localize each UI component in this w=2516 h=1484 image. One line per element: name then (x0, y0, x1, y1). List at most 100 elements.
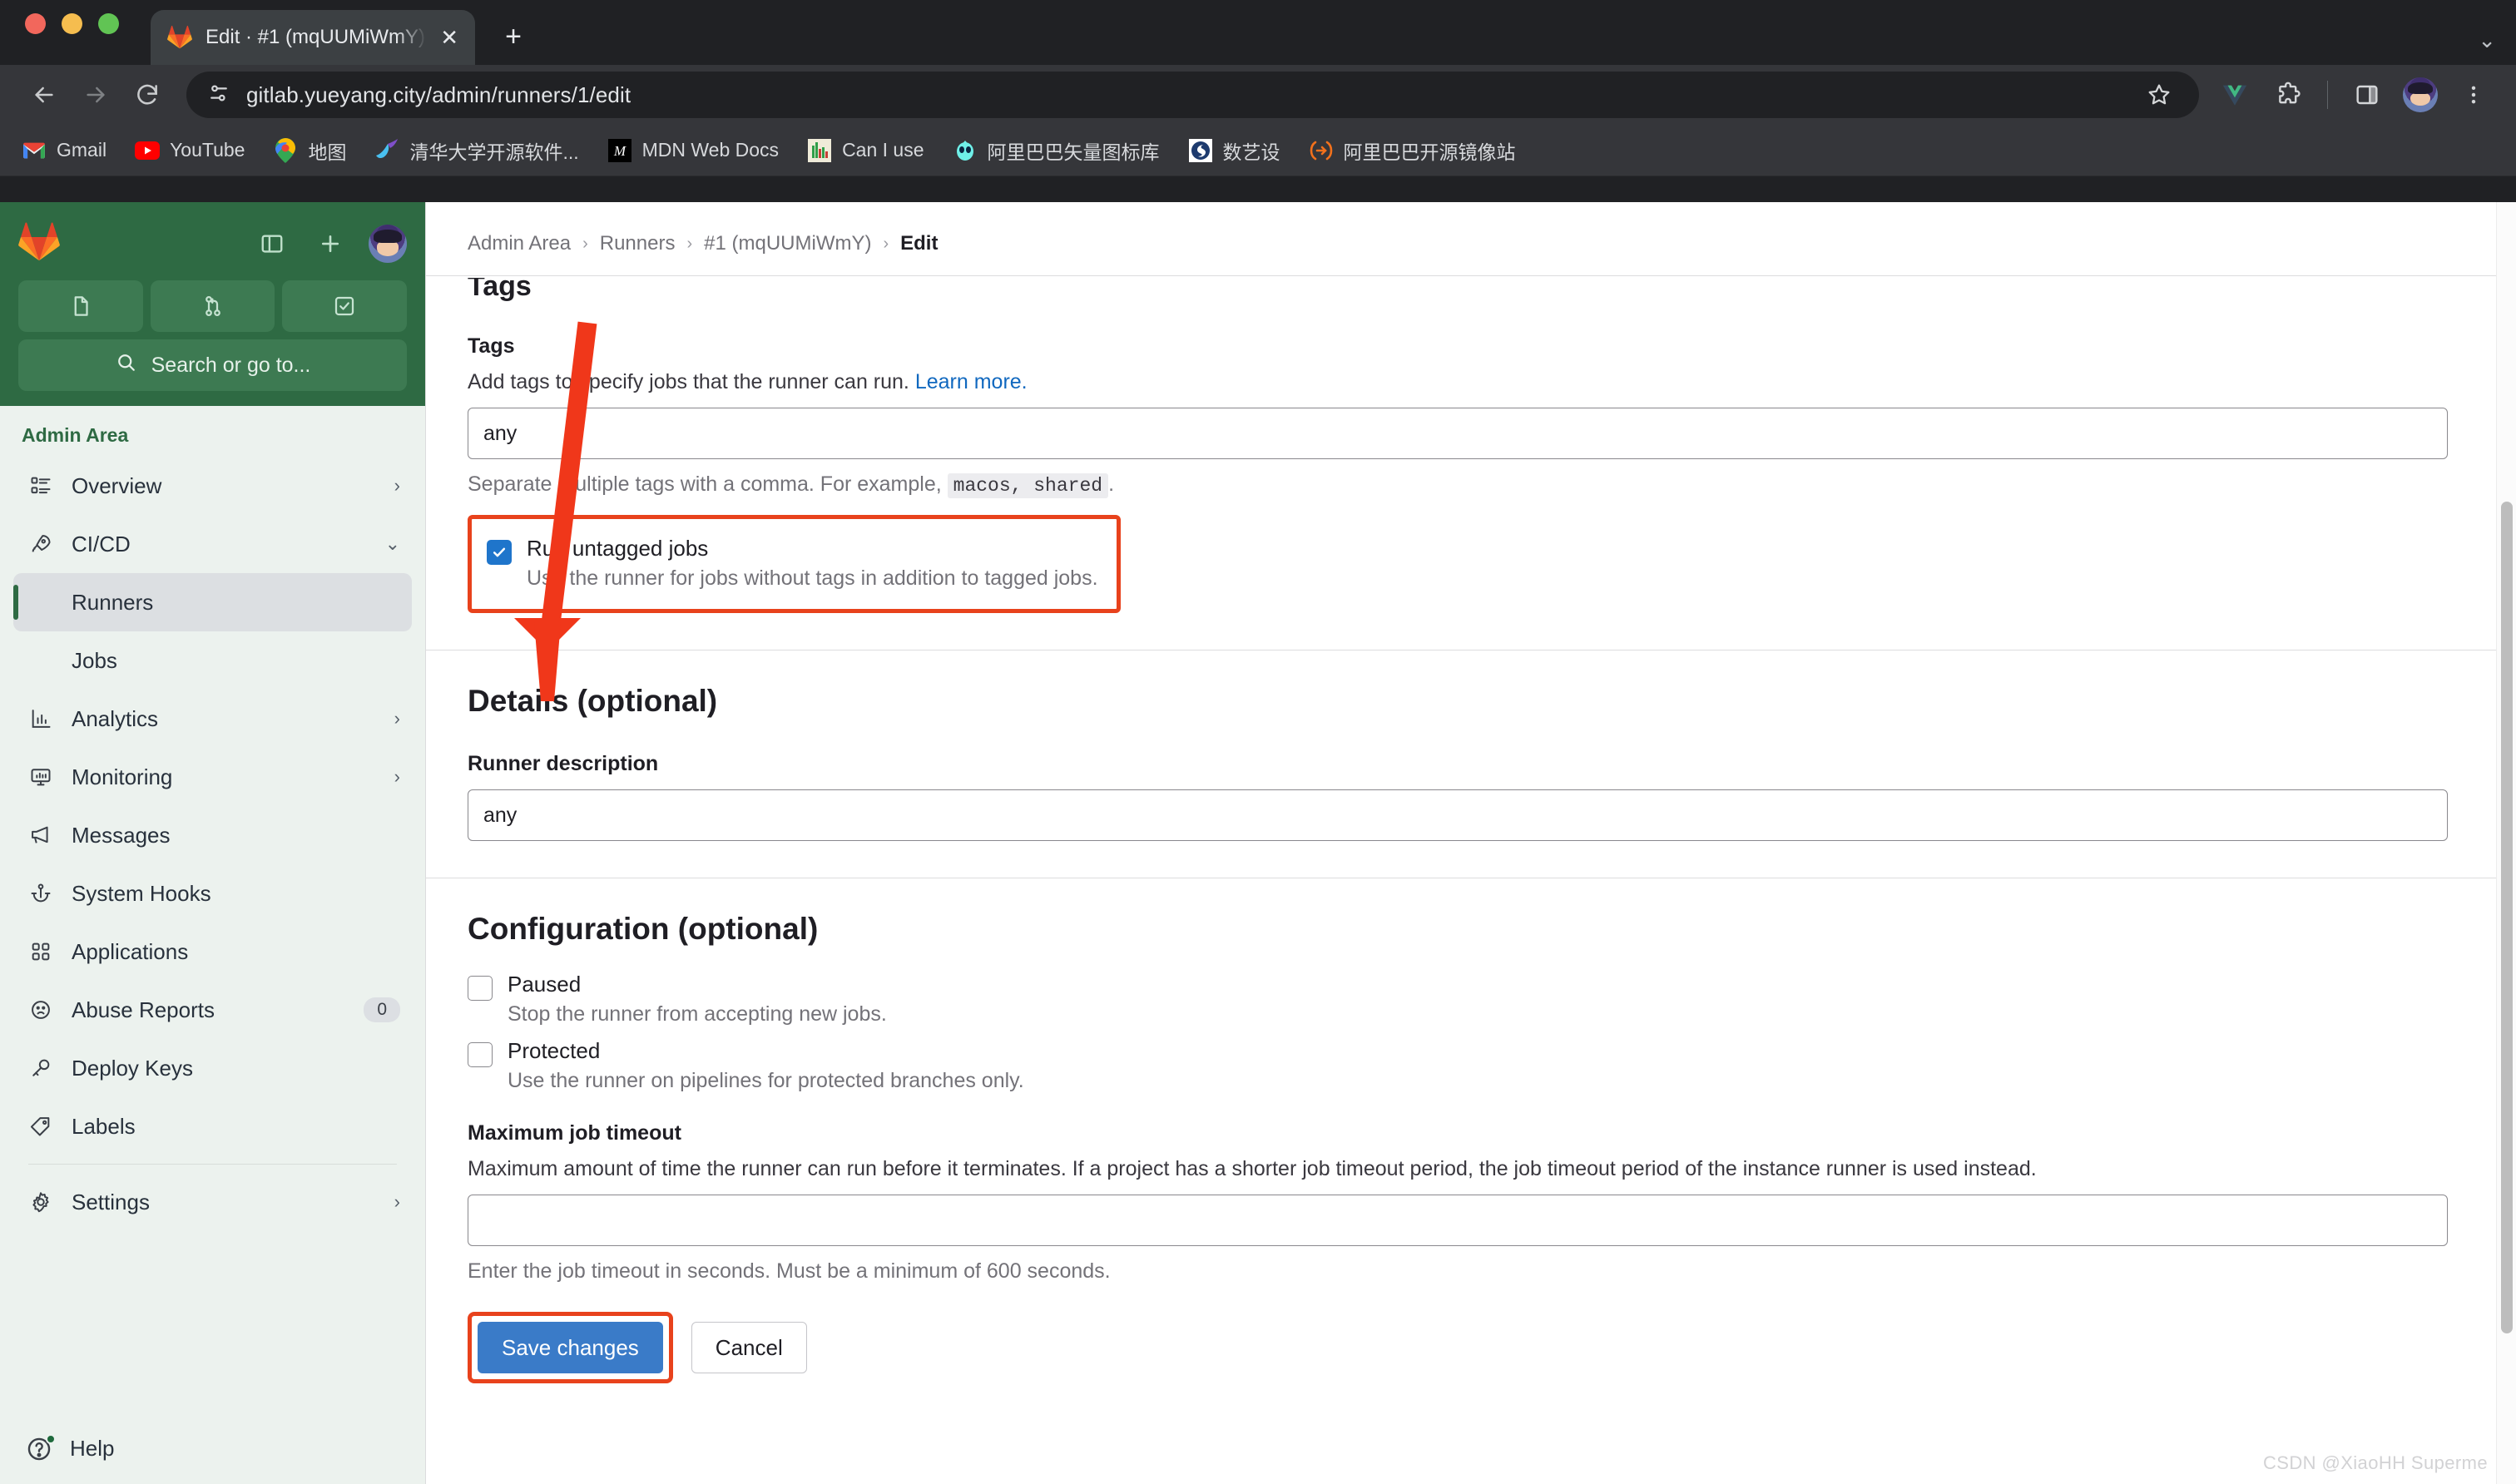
sidebar-help-label: Help (70, 1436, 114, 1462)
tags-input[interactable]: any (468, 408, 2448, 459)
tags-description-text: Add tags to specify jobs that the runner… (468, 370, 915, 393)
gear-icon (27, 1190, 55, 1214)
label-icon (27, 1115, 55, 1138)
bookmark-label: Can I use (842, 139, 924, 161)
bookmark-tuna[interactable]: 清华大学开源软件... (374, 136, 578, 165)
svg-text:M: M (613, 143, 627, 159)
side-panel-icon[interactable] (2343, 71, 2391, 119)
sidebar-item-messages[interactable]: Messages (13, 806, 412, 864)
tags-learn-more-link[interactable]: Learn more. (915, 370, 1028, 393)
paused-checkbox[interactable] (468, 976, 493, 1001)
bookmark-gmail[interactable]: Gmail (22, 138, 106, 163)
sidebar-item-monitoring[interactable]: Monitoring › (13, 748, 412, 806)
runner-description-value: any (483, 804, 517, 828)
chevron-right-icon: › (394, 708, 400, 730)
page-scrollbar[interactable] (2496, 202, 2516, 1484)
sidebar-item-label: Overview (72, 473, 378, 499)
breadcrumb-separator: › (883, 235, 889, 254)
sidebar-item-jobs[interactable]: Jobs (13, 631, 412, 690)
maximum-job-timeout-hint: Enter the job timeout in seconds. Must b… (468, 1259, 2474, 1284)
sidebar-item-deploy-keys[interactable]: Deploy Keys (13, 1039, 412, 1097)
sidebar-item-runners[interactable]: Runners (13, 573, 412, 631)
extensions-icon[interactable] (2264, 71, 2312, 119)
sidebar-item-cicd[interactable]: CI/CD ⌄ (13, 515, 412, 573)
close-tab-button[interactable]: ✕ (440, 27, 458, 48)
maximize-window-button[interactable] (98, 13, 119, 34)
bookmark-shuyishe[interactable]: 数艺设 (1188, 136, 1280, 165)
todos-icon[interactable] (282, 280, 407, 332)
merge-requests-icon[interactable] (151, 280, 275, 332)
sidebar-item-label: Settings (72, 1190, 378, 1215)
maximum-job-timeout-description: Maximum amount of time the runner can ru… (468, 1157, 2474, 1181)
breadcrumb-item-runner-id[interactable]: #1 (mqUUMiWmY) (704, 232, 871, 255)
sidebar-item-settings[interactable]: Settings › (13, 1173, 412, 1231)
sidebar-item-labels[interactable]: Labels (13, 1097, 412, 1155)
bookmark-caniuse[interactable]: Can I use (807, 138, 924, 163)
details-section-heading: Details (optional) (468, 684, 2474, 719)
iconfont-icon (953, 138, 978, 163)
protected-row[interactable]: Protected Use the runner on pipelines fo… (468, 1038, 2474, 1093)
issues-icon[interactable] (18, 280, 143, 332)
chevron-right-icon: › (394, 766, 400, 788)
chevron-down-icon[interactable]: ⌄ (2478, 27, 2496, 53)
breadcrumb-item-runners[interactable]: Runners (600, 232, 676, 255)
shuyishe-icon (1188, 138, 1213, 163)
help-icon (25, 1435, 53, 1463)
scrollbar-thumb[interactable] (2501, 502, 2513, 1333)
save-button-highlight: Save changes (468, 1312, 673, 1383)
alibaba-mirror-icon (1309, 138, 1334, 163)
bookmark-label: YouTube (170, 139, 245, 161)
run-untagged-jobs-checkbox[interactable] (487, 540, 512, 565)
gitlab-sidebar: Search or go to... Admin Area Overview › (0, 202, 426, 1484)
sidebar-item-system-hooks[interactable]: System Hooks (13, 864, 412, 923)
forward-icon[interactable] (70, 69, 121, 121)
reload-icon[interactable] (121, 69, 173, 121)
cancel-button[interactable]: Cancel (691, 1322, 807, 1373)
bookmark-label: MDN Web Docs (642, 139, 779, 161)
search-input[interactable]: Search or go to... (18, 339, 407, 391)
maximum-job-timeout-label: Maximum job timeout (468, 1121, 2474, 1145)
bookmark-mdn[interactable]: M MDN Web Docs (607, 138, 779, 163)
paused-label: Paused (508, 972, 581, 997)
runner-description-input[interactable]: any (468, 789, 2448, 841)
minimize-window-button[interactable] (62, 13, 82, 34)
breadcrumb-item-admin-area[interactable]: Admin Area (468, 232, 571, 255)
bookmark-youtube[interactable]: YouTube (135, 138, 245, 163)
save-changes-button[interactable]: Save changes (478, 1322, 663, 1373)
sidebar-item-label: Applications (72, 939, 400, 965)
browser-toolbar: gitlab.yueyang.city/admin/runners/1/edit (0, 65, 2516, 125)
close-window-button[interactable] (25, 13, 46, 34)
breadcrumb-item-edit: Edit (900, 232, 938, 255)
bookmark-maps[interactable]: 地图 (273, 136, 346, 165)
bookmark-alibaba-mirror[interactable]: 阿里巴巴开源镜像站 (1309, 136, 1516, 165)
toolbar-icons (2211, 71, 2498, 119)
sidebar-item-applications[interactable]: Applications (13, 923, 412, 981)
sidebar-item-abuse-reports[interactable]: Abuse Reports 0 (13, 981, 412, 1039)
plus-icon[interactable] (310, 224, 350, 264)
maximum-job-timeout-input[interactable] (468, 1195, 2448, 1246)
chrome-menu-icon[interactable] (2449, 71, 2498, 119)
sidebar-item-analytics[interactable]: Analytics › (13, 690, 412, 748)
youtube-icon (135, 138, 160, 163)
paused-row[interactable]: Paused Stop the runner from accepting ne… (468, 972, 2474, 1026)
back-icon[interactable] (18, 69, 70, 121)
protected-checkbox[interactable] (468, 1042, 493, 1067)
content-top-divider (426, 275, 2516, 276)
gmail-icon (22, 138, 47, 163)
browser-tab[interactable]: Edit · #1 (mqUUMiWmY) · Ad ✕ (151, 10, 475, 65)
run-untagged-jobs-row[interactable]: Run untagged jobs Use the runner for job… (487, 536, 1098, 591)
vue-devtools-icon[interactable] (2211, 71, 2259, 119)
bookmark-iconfont[interactable]: 阿里巴巴矢量图标库 (953, 136, 1160, 165)
profile-avatar[interactable] (2396, 71, 2444, 119)
address-bar[interactable]: gitlab.yueyang.city/admin/runners/1/edit (186, 72, 2199, 118)
tune-icon[interactable] (206, 81, 231, 110)
tags-hint-text: Separate multiple tags with a comma. For… (468, 472, 948, 496)
user-avatar[interactable] (369, 225, 407, 263)
sidebar-toggle-icon[interactable] (252, 224, 292, 264)
star-icon[interactable] (2119, 72, 2199, 118)
sidebar-item-overview[interactable]: Overview › (13, 457, 412, 515)
sidebar-item-help[interactable]: Help (0, 1412, 425, 1484)
protected-label: Protected (508, 1038, 600, 1063)
new-tab-button[interactable]: + (488, 12, 538, 62)
gitlab-logo[interactable] (18, 221, 63, 266)
